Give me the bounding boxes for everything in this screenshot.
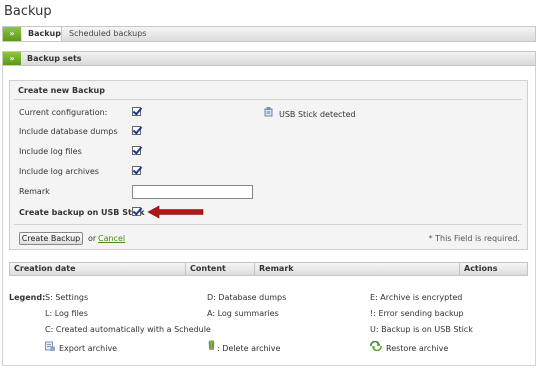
usb-status-text: USB Stick detected — [279, 110, 356, 119]
page-title: Backup — [4, 4, 52, 19]
form-title: Create new Backup — [18, 86, 105, 95]
or-text: or — [88, 234, 97, 243]
section-header: » Backup sets — [2, 51, 536, 66]
legend-restore-archive: Restore archive — [386, 344, 449, 353]
include-log-archives-checkbox[interactable] — [132, 166, 141, 175]
current-configuration-checkbox[interactable] — [132, 107, 141, 116]
include-log-files-checkbox[interactable] — [132, 146, 141, 155]
column-remark[interactable]: Remark — [255, 263, 460, 275]
export-icon — [45, 341, 55, 351]
restore-icon — [370, 341, 382, 351]
usb-stick-icon — [264, 107, 273, 117]
legend-item: !: Error sending backup — [370, 309, 464, 318]
column-content[interactable]: Content — [186, 263, 255, 275]
section-title: Backup sets — [27, 54, 82, 63]
legend-item: D: Database dumps — [207, 293, 287, 302]
include-log-files-label: Include log files — [19, 147, 82, 156]
form-divider-bottom — [14, 224, 522, 225]
legend-item: A: Log summaries — [207, 309, 279, 318]
tab-backup[interactable]: Backup — [22, 27, 62, 41]
remark-label: Remark — [19, 187, 50, 196]
tab-bar: » Backup Scheduled backups — [2, 26, 536, 42]
include-database-dumps-label: Include database dumps — [19, 127, 118, 136]
legend-item: L: Log files — [45, 309, 88, 318]
tab-scheduled-backups[interactable]: Scheduled backups — [63, 27, 152, 41]
legend-item: C: Created automatically with a Schedule — [45, 325, 211, 334]
current-configuration-label: Current configuration: — [19, 108, 108, 117]
backup-table-header: Creation date Content Remark Actions — [9, 262, 528, 276]
usb-backup-checkbox[interactable] — [132, 207, 141, 216]
legend-export-archive: Export archive — [59, 344, 118, 353]
red-arrow-icon — [147, 205, 204, 219]
trash-icon — [208, 340, 215, 350]
include-log-archives-label: Include log archives — [19, 167, 99, 176]
usb-backup-label: Create backup on USB Stick — [19, 208, 145, 217]
tab-bar-marker-icon: » — [3, 27, 21, 41]
legend-title: Legend: — [9, 293, 46, 302]
cancel-link[interactable]: Cancel — [98, 234, 125, 243]
column-actions[interactable]: Actions — [460, 263, 528, 275]
create-backup-button[interactable]: Create Backup — [19, 232, 83, 245]
column-creation-date[interactable]: Creation date — [10, 263, 186, 275]
required-note: * This Field is required. — [428, 234, 520, 243]
legend-item: U: Backup is on USB Stick — [370, 325, 473, 334]
remark-input[interactable] — [132, 185, 253, 199]
form-divider — [14, 99, 522, 100]
legend-item: E: Archive is encrypted — [370, 293, 463, 302]
section-marker-icon: » — [3, 52, 21, 65]
include-database-dumps-checkbox[interactable] — [132, 126, 141, 135]
legend-delete-archive: : Delete archive — [217, 344, 281, 353]
legend-item: S: Settings — [45, 293, 89, 302]
